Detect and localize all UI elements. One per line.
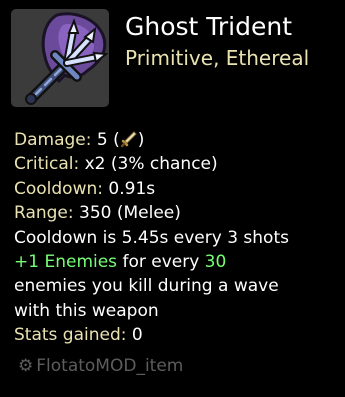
item-name: Ghost Trident (125, 12, 293, 41)
damage-open-paren: ( (107, 130, 120, 150)
melee-damage-icon (120, 131, 137, 148)
cooldown-row: Cooldown: 0.91s (14, 177, 289, 201)
critical-value: x2 (3% chance) (84, 154, 218, 175)
stats-gained-label: Stats gained: (14, 325, 127, 346)
critical-label: Critical: (14, 154, 80, 175)
item-tooltip: Ghost Trident Primitive, Ethereal Damage… (0, 0, 345, 397)
stats-gained-value: 0 (131, 325, 143, 346)
stats-gained-row: Stats gained: 0 (14, 323, 289, 347)
range-label: Range: (14, 203, 74, 224)
mod-source-label: FlotatoMOD_item (36, 356, 184, 376)
critical-row: Critical: x2 (3% chance) (14, 152, 289, 176)
ghost-trident-icon (25, 12, 109, 105)
enemies-desc-2: with this weapon (14, 300, 159, 321)
item-tags: Primitive, Ethereal (125, 46, 310, 70)
enemies-count: 30 (204, 252, 227, 273)
item-icon-frame (11, 9, 109, 107)
gear-icon: ⚙ (18, 356, 34, 376)
damage-row: Damage: 5 () (14, 128, 289, 152)
cooldown-label: Cooldown: (14, 178, 103, 199)
stats-block: Damage: 5 () Critical: x2 (3% chance) Co… (14, 128, 289, 348)
cooldown-effect: Cooldown is 5.45s every 3 shots (14, 227, 289, 248)
range-value: 350 (Melee) (79, 203, 181, 224)
mod-source: ⚙ FlotatoMOD_item (18, 354, 183, 378)
cooldown-value: 0.91s (108, 178, 156, 199)
enemies-effect-row: +1 Enemies for every 30 (14, 250, 289, 274)
range-row: Range: 350 (Melee) (14, 201, 289, 225)
damage-label: Damage: (14, 130, 92, 150)
enemies-desc-1: enemies you kill during a wave (14, 276, 279, 297)
enemies-bonus: +1 Enemies (14, 252, 118, 273)
damage-close-paren: ) (137, 130, 145, 150)
enemies-mid: for every (122, 252, 200, 273)
damage-value: 5 (96, 130, 108, 150)
